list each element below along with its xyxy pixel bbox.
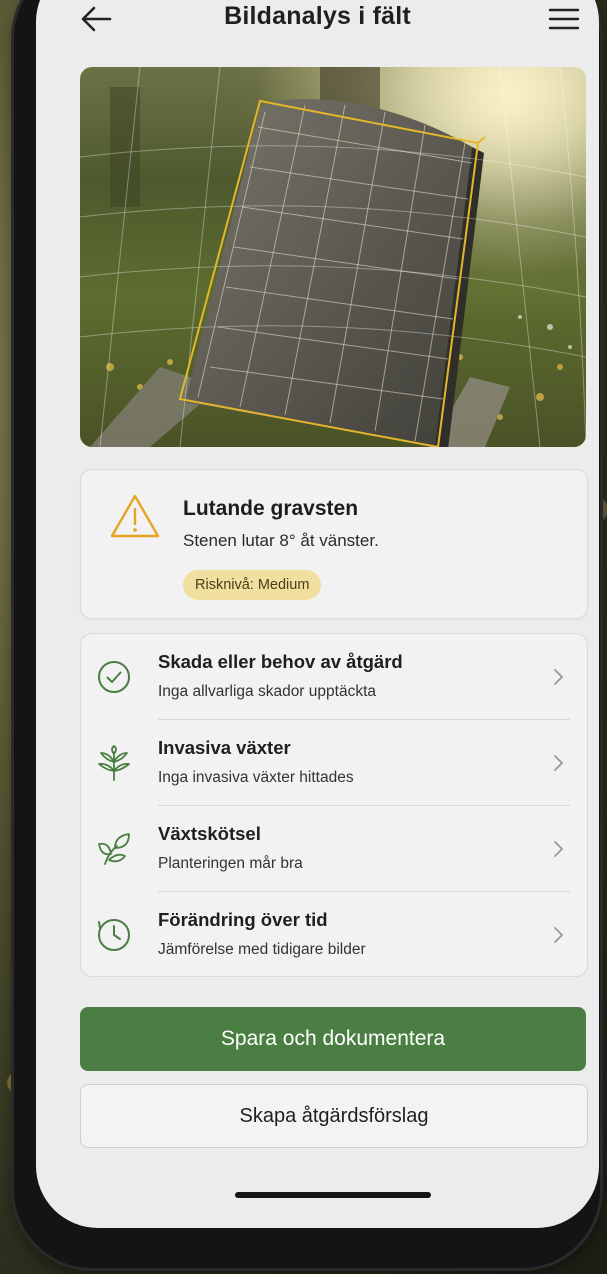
list-item-title: Förändring över tid [158, 909, 328, 930]
clock-icon [95, 916, 133, 954]
analysis-list: Skada eller behov av åtgärd Inga allvarl… [80, 633, 588, 977]
app-screen: Bildanalys i fält Lutande gravsten Stene… [36, 0, 599, 1228]
list-item-invasive-plants[interactable]: Invasiva växter Inga invasiva växter hit… [81, 720, 587, 805]
page-title: Bildanalys i fält [224, 2, 411, 30]
gravestone-photo[interactable] [80, 67, 586, 447]
hamburger-menu-icon [548, 8, 580, 30]
leaf-icon [95, 830, 133, 868]
warning-triangle-icon [109, 492, 161, 540]
list-item-title: Skada eller behov av åtgärd [158, 651, 403, 672]
risk-badge: Risknivå: Medium [183, 570, 322, 600]
phone-frame: Bildanalys i fält Lutande gravsten Stene… [14, 0, 600, 1268]
list-item-damage[interactable]: Skada eller behov av åtgärd Inga allvarl… [81, 634, 587, 719]
app-bar: Bildanalys i fält [36, 0, 599, 48]
alert-card: Lutande gravsten Stenen lutar 8° åt väns… [80, 469, 588, 619]
chevron-right-icon [551, 666, 567, 688]
list-item-plant-care[interactable]: Växtskötsel Planteringen mår bra [81, 806, 587, 891]
analysis-overlay [80, 67, 586, 447]
chevron-right-icon [551, 752, 567, 774]
list-item-change-over-time[interactable]: Förändring över tid Jämförelse med tidig… [81, 892, 587, 977]
list-item-title: Invasiva växter [158, 737, 291, 758]
list-item-subtitle: Inga invasiva växter hittades [158, 769, 354, 786]
check-circle-icon [95, 658, 133, 696]
list-item-title: Växtskötsel [158, 823, 261, 844]
create-action-proposal-button[interactable]: Skapa åtgärdsförslag [80, 1084, 588, 1148]
alert-description: Stenen lutar 8° åt vänster. [183, 531, 379, 550]
chevron-right-icon [551, 838, 567, 860]
home-indicator[interactable] [235, 1192, 431, 1198]
save-and-document-button[interactable]: Spara och dokumentera [80, 1007, 586, 1071]
menu-button[interactable] [544, 2, 584, 36]
chevron-right-icon [551, 924, 567, 946]
alert-title: Lutande gravsten [183, 497, 359, 520]
plant-icon [95, 744, 133, 782]
list-item-subtitle: Jämförelse med tidigare bilder [158, 941, 366, 958]
list-item-subtitle: Planteringen mår bra [158, 855, 303, 872]
list-item-subtitle: Inga allvarliga skador upptäckta [158, 683, 376, 700]
